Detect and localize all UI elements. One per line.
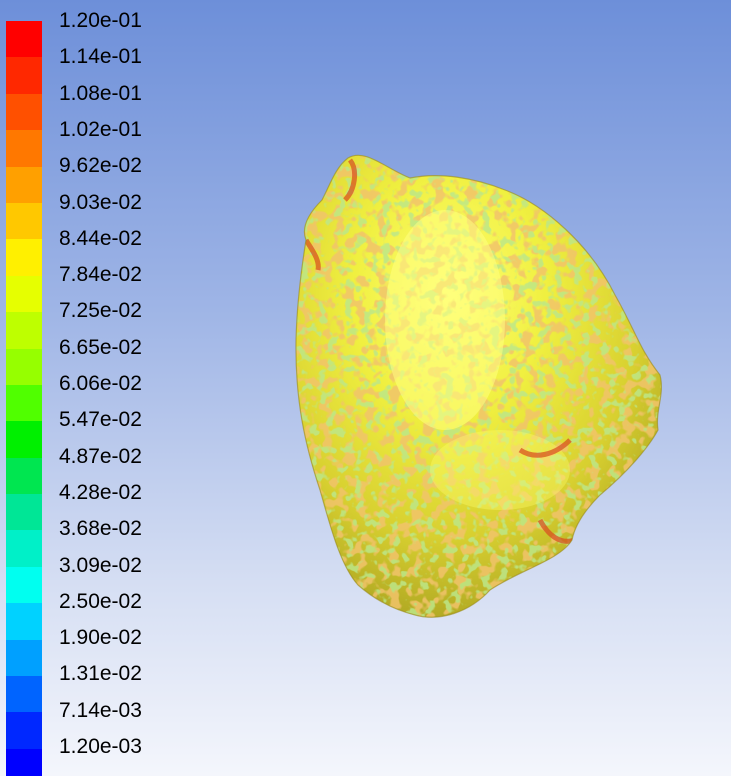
colorbar-swatch <box>6 494 42 531</box>
colorbar-swatch <box>6 384 42 422</box>
colorbar-swatch <box>6 202 42 240</box>
colorbar-tick-label: 3.68e-02 <box>59 517 142 541</box>
colorbar-tick-label: 9.03e-02 <box>59 190 142 214</box>
colorbar-swatch <box>6 275 42 313</box>
colorbar-swatch <box>6 639 42 677</box>
graphics-viewport[interactable]: 1.20e-01 1.14e-01 1.08e-01 1.02e-01 9.62e-02… <box>0 0 731 776</box>
colorbar <box>6 21 42 776</box>
colorbar-swatch <box>6 566 42 604</box>
colorbar-swatch <box>6 166 42 203</box>
colorbar-tick-label: 4.87e-02 <box>59 444 142 468</box>
colorbar-swatch <box>6 712 42 749</box>
colorbar-tick-label: 1.20e-03 <box>59 735 142 758</box>
colorbar-tick-label: 1.31e-02 <box>59 662 142 686</box>
colorbar-swatch <box>6 239 42 276</box>
colorbar-swatch <box>6 421 42 458</box>
colorbar-tick-label: 7.14e-03 <box>59 698 142 722</box>
colorbar-swatch <box>6 457 42 495</box>
colorbar-swatch <box>6 93 42 131</box>
colorbar-swatch <box>6 603 42 640</box>
colorbar-tick-label: 4.28e-02 <box>59 480 142 504</box>
colorbar-tick-label: 6.65e-02 <box>59 335 142 359</box>
colorbar-tick-label: 1.08e-01 <box>59 81 142 105</box>
colorbar-tick-label: 1.14e-01 <box>59 45 142 69</box>
colorbar-swatch <box>6 748 42 776</box>
colorbar-tick-label: 8.44e-02 <box>59 226 142 250</box>
colorbar-swatch <box>6 21 42 58</box>
colorbar-tick-label: 1.02e-01 <box>59 117 142 141</box>
colorbar-tick-label: 9.62e-02 <box>59 154 142 178</box>
colorbar-tick-label: 5.47e-02 <box>59 408 142 432</box>
colorbar-tick-label: 1.90e-02 <box>59 626 142 650</box>
colorbar-tick-label: 2.50e-02 <box>59 589 142 613</box>
colorbar-swatch <box>6 676 42 713</box>
colorbar-tick-label: 7.84e-02 <box>59 263 142 287</box>
colorbar-tick-label: 6.06e-02 <box>59 372 142 395</box>
colorbar-swatch <box>6 348 42 385</box>
colorbar-swatch <box>6 530 42 567</box>
colorbar-swatch <box>6 312 42 349</box>
colorbar-tick-label: 3.09e-02 <box>59 553 142 577</box>
colorbar-swatch <box>6 130 42 167</box>
colorbar-swatch <box>6 57 42 94</box>
colorbar-tick-label: 7.25e-02 <box>59 299 142 323</box>
colorbar-tick-label: 1.20e-01 <box>59 9 142 32</box>
surface-contour-mottling <box>295 155 662 618</box>
